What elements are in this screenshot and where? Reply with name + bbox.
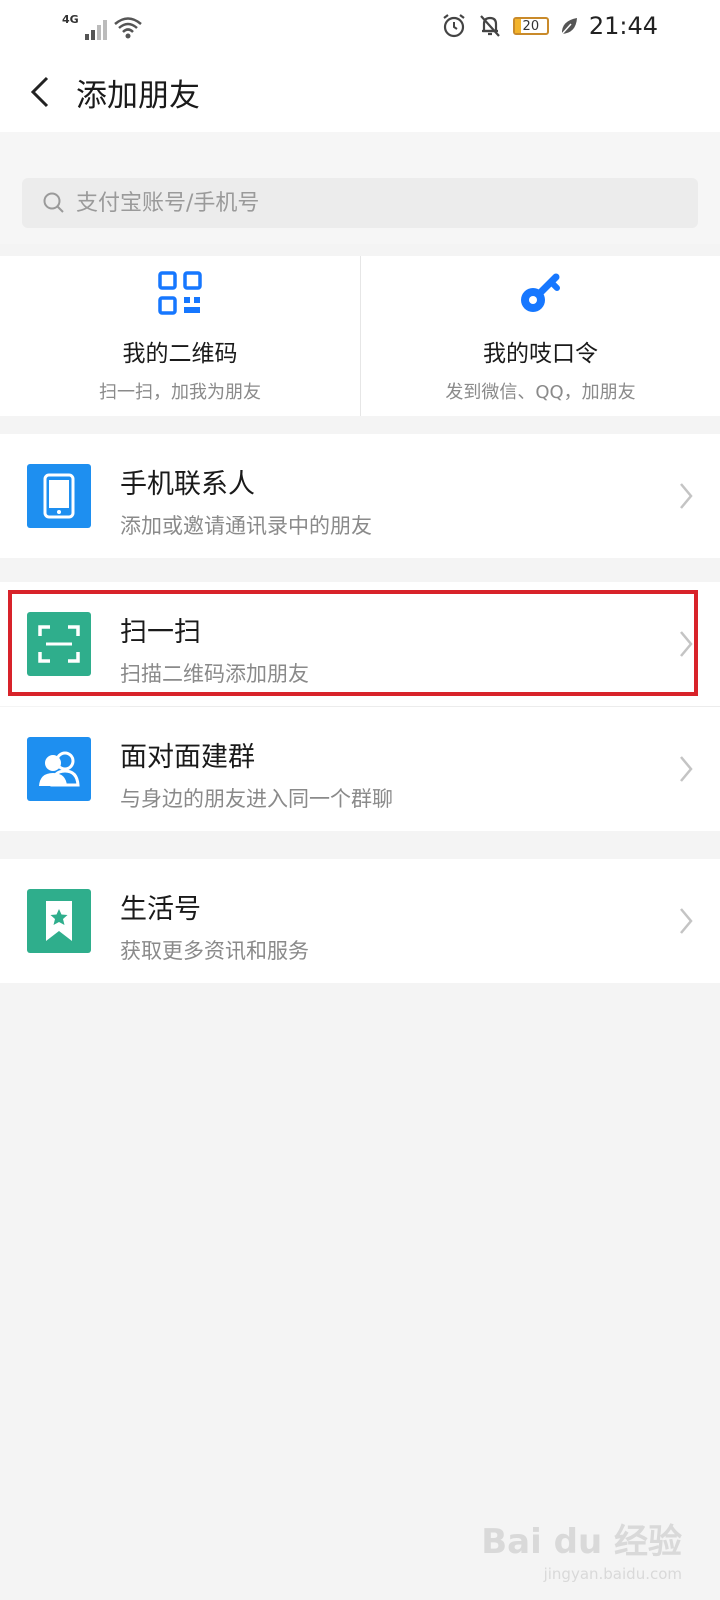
chevron-right-icon bbox=[680, 756, 693, 782]
phone-icon bbox=[27, 464, 91, 528]
signal-icon bbox=[84, 18, 107, 40]
status-right: 20 21:44 bbox=[441, 10, 658, 42]
leaf-icon bbox=[561, 18, 577, 35]
nav-bar: 添加朋友 bbox=[0, 52, 720, 132]
alarm-icon bbox=[443, 14, 465, 38]
my-qr-code-title: 我的二维码 bbox=[122, 341, 238, 367]
my-password-subtitle: 发到微信、QQ，加朋友 bbox=[445, 382, 636, 403]
clock: 21:44 bbox=[588, 12, 658, 40]
list-item-title: 面对面建群 bbox=[120, 742, 255, 773]
chevron-right-icon bbox=[680, 631, 693, 657]
search-icon bbox=[43, 192, 64, 213]
my-qr-code-subtitle: 扫一扫，加我为朋友 bbox=[99, 382, 261, 403]
bookmark-star-icon bbox=[27, 889, 91, 953]
list-item-subtitle: 与身边的朋友进入同一个群聊 bbox=[120, 787, 393, 811]
chevron-right-icon bbox=[680, 908, 693, 934]
my-password-button[interactable]: 我的吱口令 发到微信、QQ，加朋友 bbox=[360, 256, 720, 416]
list-item-subtitle: 添加或邀请通讯录中的朋友 bbox=[120, 514, 372, 538]
search-box[interactable] bbox=[22, 178, 698, 228]
search-input[interactable] bbox=[74, 189, 668, 217]
back-button[interactable] bbox=[4, 52, 76, 132]
chevron-right-icon bbox=[680, 483, 693, 509]
chevron-left-icon bbox=[30, 76, 49, 108]
list-item-life-account[interactable]: 生活号 获取更多资讯和服务 bbox=[0, 859, 720, 983]
list-item-subtitle: 扫描二维码添加朋友 bbox=[120, 662, 309, 686]
battery-icon: 20 bbox=[512, 17, 549, 35]
search-section bbox=[0, 132, 720, 244]
mute-icon bbox=[480, 15, 500, 37]
list-item-scan[interactable]: 扫一扫 扫描二维码添加朋友 bbox=[0, 582, 720, 706]
list-item-title: 生活号 bbox=[120, 894, 201, 925]
network-type: 4G bbox=[62, 13, 79, 26]
watermark: Bai du 经验 jingyan.baidu.com bbox=[481, 1514, 682, 1583]
status-left: 4G bbox=[62, 12, 143, 40]
my-qr-code-button[interactable]: 我的二维码 扫一扫，加我为朋友 bbox=[0, 256, 360, 416]
my-password-title: 我的吱口令 bbox=[483, 341, 598, 367]
qr-code-icon bbox=[158, 271, 202, 315]
list-item-subtitle: 获取更多资讯和服务 bbox=[120, 939, 309, 963]
battery-level: 20 bbox=[522, 18, 540, 34]
scan-icon bbox=[27, 612, 91, 676]
status-bar: 4G 20 21:44 bbox=[0, 0, 720, 52]
list-item-title: 扫一扫 bbox=[120, 617, 201, 648]
page-title: 添加朋友 bbox=[76, 77, 200, 114]
watermark-url: jingyan.baidu.com bbox=[543, 1565, 682, 1583]
watermark-logo: Bai du 经验 bbox=[481, 1522, 682, 1562]
wifi-icon bbox=[113, 17, 142, 39]
quick-actions: 我的二维码 扫一扫，加我为朋友 我的吱口令 发到微信、QQ，加朋友 bbox=[0, 256, 720, 416]
list-item-title: 手机联系人 bbox=[120, 469, 255, 500]
list-item-face-to-face-group[interactable]: 面对面建群 与身边的朋友进入同一个群聊 bbox=[0, 707, 720, 831]
group-icon bbox=[27, 737, 91, 801]
list-item-phone-contacts[interactable]: 手机联系人 添加或邀请通讯录中的朋友 bbox=[0, 434, 720, 558]
key-icon bbox=[520, 273, 560, 312]
